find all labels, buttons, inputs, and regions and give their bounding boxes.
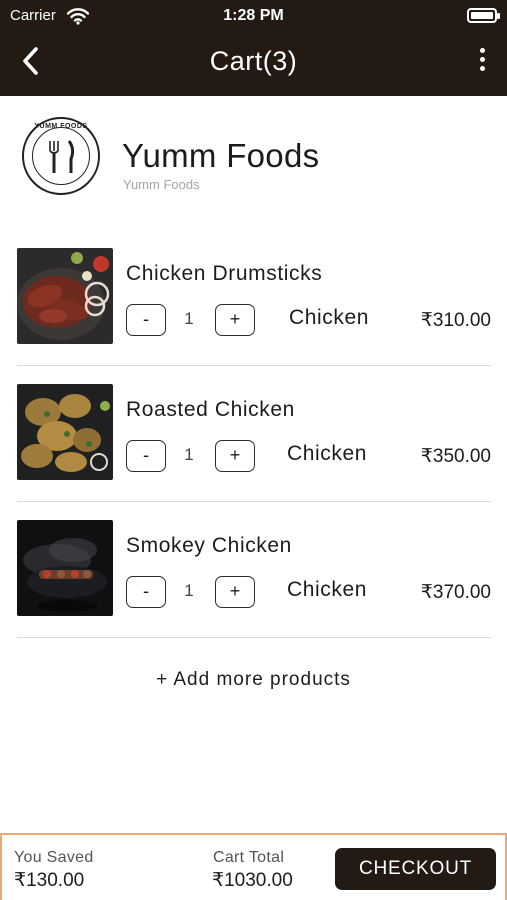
- add-more-products-link[interactable]: + Add more products: [0, 669, 507, 691]
- increase-quantity-button[interactable]: +: [215, 440, 255, 472]
- product-image: [17, 384, 113, 480]
- nav-bar: Cart(3): [0, 34, 507, 92]
- product-price: ₹310.00: [420, 310, 491, 331]
- quantity-value: 1: [184, 445, 194, 464]
- more-vertical-icon: [479, 48, 485, 53]
- cart-summary-bar: You Saved ₹130.00 Cart Total ₹1030.00 CH…: [0, 833, 507, 900]
- fork-knife-icon: [49, 140, 75, 173]
- cart-total-label: Cart Total: [213, 849, 285, 866]
- restaurant-name: Yumm Foods: [122, 137, 320, 174]
- restaurant-header: YUMM FOODS Yumm Foods Yumm Foods: [22, 117, 492, 197]
- decrease-quantity-button[interactable]: -: [126, 576, 166, 608]
- quantity-value: 1: [184, 581, 194, 600]
- product-image: [17, 248, 113, 344]
- restaurant-subtitle: Yumm Foods: [123, 177, 200, 192]
- increase-quantity-button[interactable]: +: [215, 576, 255, 608]
- product-category: Chicken: [289, 306, 370, 329]
- product-image: [17, 520, 113, 616]
- product-name: Roasted Chicken: [126, 398, 295, 421]
- quantity-value: 1: [184, 309, 194, 328]
- product-price: ₹370.00: [420, 582, 491, 603]
- restaurant-logo: YUMM FOODS: [22, 117, 100, 195]
- increase-quantity-button[interactable]: +: [215, 304, 255, 336]
- more-options-button[interactable]: [477, 48, 487, 78]
- product-name: Chicken Drumsticks: [126, 262, 323, 285]
- decrease-quantity-button[interactable]: -: [126, 304, 166, 336]
- cart-item: Roasted Chicken - 1 + Chicken ₹350.00: [17, 384, 491, 502]
- product-name: Smokey Chicken: [126, 534, 292, 557]
- product-category: Chicken: [287, 578, 368, 601]
- status-time: 1:28 PM: [223, 7, 284, 24]
- logo-text: YUMM FOODS: [34, 123, 88, 130]
- checkout-button[interactable]: CHECKOUT: [335, 848, 496, 890]
- status-bar: Carrier 1:28 PM: [0, 0, 507, 32]
- cart-item: Chicken Drumsticks - 1 + Chicken ₹310.00: [17, 248, 491, 366]
- saved-label: You Saved: [14, 849, 94, 866]
- more-dot: [479, 66, 485, 71]
- battery-icon: [467, 8, 500, 23]
- more-dot: [479, 57, 485, 62]
- saved-value: ₹130.00: [14, 870, 85, 891]
- page-title: Cart(3): [209, 46, 298, 76]
- app-header: Carrier 1:28 PM Cart(3): [0, 0, 507, 96]
- cart-total-value: ₹1030.00: [212, 870, 293, 891]
- product-price: ₹350.00: [420, 446, 491, 467]
- cart-item: Smokey Chicken - 1 + Chicken ₹370.00: [17, 520, 491, 638]
- decrease-quantity-button[interactable]: -: [126, 440, 166, 472]
- product-category: Chicken: [287, 442, 368, 465]
